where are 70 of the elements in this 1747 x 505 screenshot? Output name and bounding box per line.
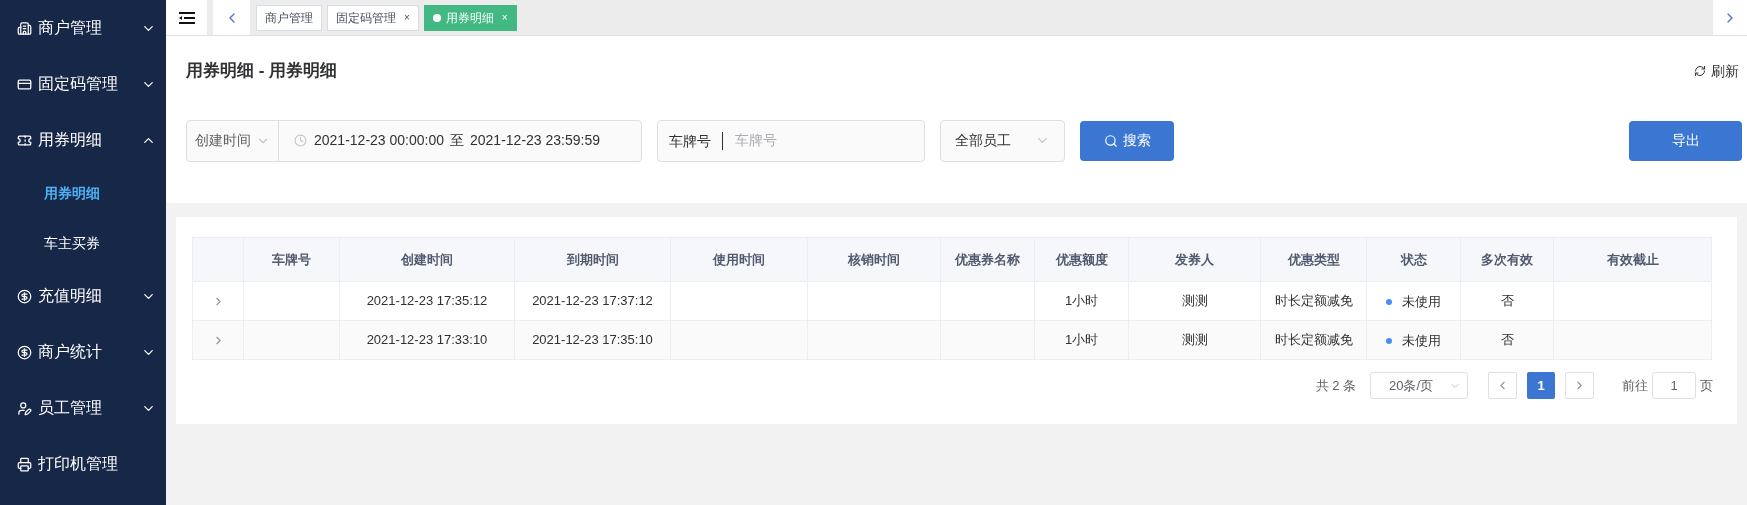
goto-suffix: 页 [1700,376,1713,395]
search-icon [1103,133,1118,148]
date-separator: 至 [450,131,464,150]
submenu-item[interactable]: 用券明细 [0,168,166,218]
user-icon [17,400,32,416]
menu-icon[interactable] [178,11,195,24]
column-header: 发券人 [1128,237,1261,282]
date-filter[interactable]: 创建时间 2021-12-23 00:00:00 至 2021-12-23 23:59:59 [186,119,642,162]
sidebar-item[interactable]: 商户统计 [0,324,166,380]
table-cell: 时长定额减免 [1274,332,1353,348]
search-button[interactable]: 搜索 [1080,120,1174,161]
clock-icon [294,134,307,147]
date-end: 2021-12-23 23:59:59 [470,131,600,150]
table-cell: 1小时 [1064,293,1099,309]
employee-select[interactable]: 全部员工 [940,119,1065,162]
card-icon [17,76,32,92]
page-button[interactable]: 1 [1527,372,1555,399]
page-title: 用券明细 - 用券明细 [186,60,338,83]
tab[interactable]: 固定码管理 × [327,4,419,31]
table-cell: 2021-12-23 17:33:10 [366,332,488,348]
prev-page-button[interactable] [1488,372,1517,399]
next-page-button[interactable] [1565,372,1594,399]
printer-icon [17,456,32,472]
table-cell: 2021-12-23 17:35:12 [366,293,488,309]
total-count: 共 2 条 [1315,376,1356,395]
column-header: 核销时间 [807,237,941,282]
column-header: 创建时间 [339,237,515,282]
date-type-select[interactable]: 创建时间 [187,120,279,161]
column-header: 到期时间 [514,237,671,282]
column-header: 优惠类型 [1260,237,1367,282]
plate-filter[interactable]: 车牌号 车牌号 [657,119,925,162]
column-header: 车牌号 [243,237,340,282]
table-cell: 2021-12-23 17:37:12 [532,293,653,309]
submenu-item[interactable]: 车主买券 [0,218,166,268]
coin-icon [17,288,32,304]
column-header: 优惠额度 [1034,237,1129,282]
sidebar-item[interactable]: 固定码管理 [0,56,166,112]
sidebar-item[interactable]: 打印机管理 [0,436,166,492]
close-icon[interactable]: × [404,10,410,25]
export-button[interactable]: 导出 [1629,120,1742,161]
plate-label: 车牌号 [658,131,723,150]
table-cell: 时长定额减免 [1274,293,1353,309]
table-cell-text: 未使用 [1402,331,1441,350]
ticket-icon [17,132,32,148]
plate-field[interactable]: 车牌号 [735,130,885,151]
column-header: 多次有效 [1460,237,1554,282]
sidebar-item[interactable]: 员工管理 [0,380,166,436]
table-cell: 2021-12-23 17:35:10 [532,332,653,348]
column-header: 使用时间 [670,237,808,282]
column-header: 状态 [1366,237,1461,282]
tab[interactable]: 商户管理 [256,4,322,31]
table-cell: 否 [1500,293,1514,309]
goto-page-field[interactable]: 1 [1652,372,1696,399]
goto-label: 前往 [1622,376,1648,395]
building-icon [17,20,32,36]
refresh-button[interactable]: 刷新 [1694,60,1739,82]
column-header: 优惠券名称 [940,237,1035,282]
column-header: 有效截止 [1553,237,1712,282]
sidebar-item[interactable]: 商户管理 [0,0,166,56]
table-cell-text: 未使用 [1402,292,1441,311]
refresh-icon [1694,65,1706,77]
table-cell: 1小时 [1064,332,1099,348]
page-size-select[interactable]: 20条/页 [1370,372,1468,399]
coin-icon [17,344,32,360]
sidebar-item[interactable]: 充值明细 [0,268,166,324]
table-cell: 测测 [1181,293,1208,309]
date-start: 2021-12-23 00:00:00 [314,131,444,150]
sidebar-item[interactable]: 用券明细 [0,112,166,168]
table-cell: 否 [1500,332,1514,348]
table-cell: 测测 [1181,332,1208,348]
